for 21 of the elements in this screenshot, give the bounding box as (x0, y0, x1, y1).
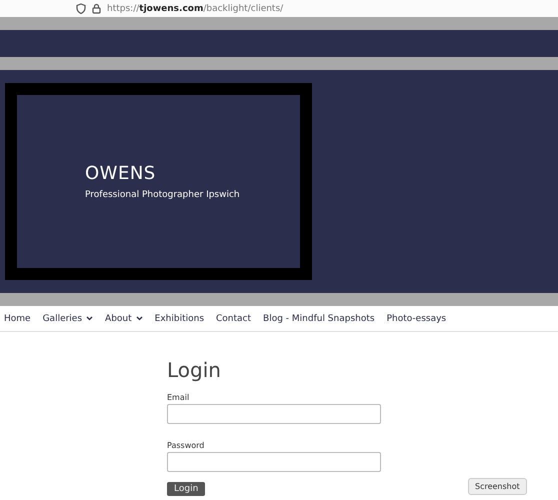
shield-icon (76, 3, 86, 14)
site-tagline: Professional Photographer Ipswich (85, 190, 241, 200)
input-field[interactable] (167, 452, 381, 472)
field-label: Email (167, 393, 190, 402)
input-field[interactable] (167, 404, 381, 424)
url-text[interactable]: https://tjowens.com/backlight/clients/ (107, 4, 284, 14)
login-heading: Login (167, 358, 222, 382)
nav-link[interactable]: Exhibitions (154, 314, 204, 324)
nav-link[interactable]: Contact (216, 314, 252, 324)
field-label: Password (167, 441, 206, 450)
nav-link[interactable]: Blog - Mindful Snapshots (263, 314, 375, 324)
tooltip: Screenshot (468, 478, 527, 495)
lock-icon (92, 3, 101, 14)
site-title: OWENS (85, 163, 157, 184)
caret-icon (86, 316, 94, 321)
nav-link[interactable]: Photo-essays (386, 314, 446, 324)
nav-link[interactable]: Galleries (42, 314, 94, 324)
caret-icon (136, 316, 143, 321)
nav-link[interactable]: About (105, 314, 143, 324)
nav-link[interactable]: Home (4, 314, 31, 324)
login-button[interactable]: Login (167, 482, 206, 496)
